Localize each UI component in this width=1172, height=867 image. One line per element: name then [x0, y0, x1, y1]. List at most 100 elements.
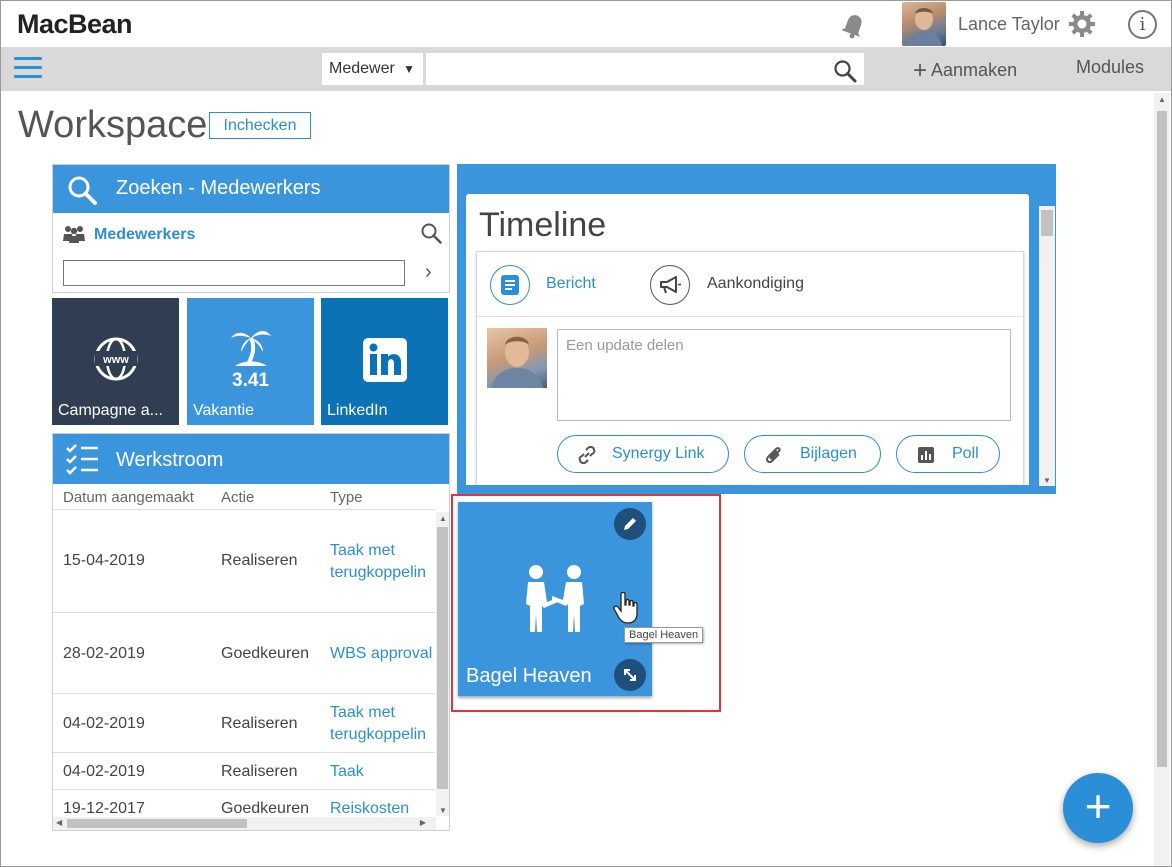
search-widget-label[interactable]: Medewerkers [94, 226, 195, 244]
workflow-table-header: Datum aangemaakt Actie Type [53, 484, 435, 510]
synergy-link-label: Synergy Link [612, 445, 705, 462]
tile-vacation[interactable]: 3.41 Vakantie [187, 298, 314, 425]
table-row[interactable]: 15-04-2019 Realiseren Taak met terugkoppe… [53, 511, 435, 613]
workflow-vertical-scrollbar[interactable]: ▲ ▼ [436, 512, 449, 816]
cell-date: 04-02-2019 [63, 763, 145, 780]
cell-type-link[interactable]: Taak met terugkoppelin [330, 702, 436, 746]
caret-down-icon: ▼ [403, 62, 415, 76]
info-icon[interactable]: i [1128, 10, 1157, 39]
tile-linkedin[interactable]: LinkedIn [321, 298, 448, 425]
page-title: Workspace [18, 104, 208, 146]
scrollbar-thumb[interactable] [1157, 111, 1167, 767]
tile-bagel-heaven-label: Bagel Heaven [466, 665, 592, 687]
cell-date: 15-04-2019 [63, 552, 145, 569]
announcement-tab-label[interactable]: Aankondiging [707, 275, 804, 293]
cell-type-link[interactable]: Taak [330, 761, 436, 783]
handshake-people-icon [526, 565, 584, 632]
tile-campaign-label: Campagne a... [58, 402, 163, 419]
avatar [487, 328, 547, 388]
search-scope-select[interactable]: Medewer ▼ [322, 53, 423, 85]
poll-chart-icon [918, 447, 934, 463]
people-icon [63, 226, 85, 243]
cell-action: Realiseren [221, 552, 298, 569]
cell-action: Realiseren [221, 763, 298, 780]
cell-date: 28-02-2019 [63, 645, 145, 662]
scrollbar-thumb[interactable] [437, 527, 448, 789]
workflow-horizontal-scrollbar[interactable]: ◀ ▶ [53, 817, 436, 830]
gear-icon[interactable] [1067, 9, 1097, 39]
workflow-header: Werkstroom [53, 434, 449, 484]
vacation-balance: 3.41 [232, 370, 269, 391]
search-scope-value: Medewer [329, 60, 395, 77]
scrollbar-thumb[interactable] [1041, 210, 1053, 236]
synergy-link-button[interactable]: Synergy Link [557, 435, 729, 473]
resize-expand-icon[interactable] [614, 659, 646, 691]
message-tab-label[interactable]: Bericht [546, 275, 596, 293]
column-header-action[interactable]: Actie [221, 489, 254, 506]
paperclip-icon [765, 447, 781, 464]
timeline-widget: Timeline Bericht Aankondiging Een update… [457, 164, 1056, 494]
poll-label: Poll [952, 445, 979, 462]
search-icon[interactable] [833, 59, 857, 83]
user-name[interactable]: Lance Taylor [958, 14, 1060, 35]
bell-icon[interactable] [839, 9, 869, 39]
tile-campaign[interactable]: www Campagne a... [52, 298, 179, 425]
divider [477, 316, 1023, 317]
tile-linkedin-label: LinkedIn [327, 402, 388, 419]
poll-button[interactable]: Poll [896, 435, 1000, 473]
search-icon [68, 176, 97, 205]
cell-type-link[interactable]: Taak met terugkoppelin [330, 540, 436, 584]
cell-type-link[interactable]: WBS approval [330, 643, 436, 665]
table-row[interactable]: 04-02-2019 Realiseren Taak [53, 753, 435, 790]
timeline-scrollbar[interactable]: ▼ [1039, 206, 1055, 486]
workflow-title: Werkstroom [116, 449, 224, 471]
scrollbar-thumb[interactable] [67, 819, 247, 828]
update-input[interactable]: Een update delen [557, 329, 1011, 421]
table-row[interactable]: 28-02-2019 Goedkeuren WBS approval [53, 613, 435, 694]
timeline-composer: Bericht Aankondiging Een update delen Sy… [476, 251, 1024, 485]
add-fab-button[interactable]: + [1063, 773, 1133, 843]
search-widget-header: Zoeken - Medewerkers [53, 165, 449, 213]
create-button[interactable]: + Aanmaken [913, 57, 1017, 85]
workflow-widget: Werkstroom Datum aangemaakt Actie Type 1… [52, 433, 450, 831]
chevron-right-icon[interactable]: › [425, 261, 432, 284]
www-globe-icon: www [94, 337, 138, 381]
attachments-label: Bijlagen [800, 445, 857, 462]
hamburger-menu-icon[interactable] [14, 57, 42, 81]
user-avatar[interactable] [902, 2, 946, 46]
timeline-title: Timeline [479, 206, 607, 244]
hand-cursor-icon [613, 592, 638, 624]
timeline-card: Timeline Bericht Aankondiging Een update… [466, 194, 1029, 485]
cell-action: Goedkeuren [221, 645, 310, 662]
column-header-type[interactable]: Type [330, 489, 363, 506]
cell-action: Goedkeuren [221, 800, 310, 817]
checklist-icon [66, 444, 98, 475]
checkin-button[interactable]: Inchecken [209, 112, 311, 139]
svg-text:www: www [102, 354, 129, 366]
cell-date: 04-02-2019 [63, 715, 145, 732]
column-header-date[interactable]: Datum aangemaakt [63, 489, 194, 506]
megaphone-icon[interactable] [650, 265, 690, 305]
table-row[interactable]: 19-12-2017 Goedkeuren Reiskosten [53, 790, 435, 817]
employee-search-input[interactable] [63, 260, 405, 286]
modules-button[interactable]: Modules [1076, 57, 1144, 78]
palm-tree-icon [231, 331, 271, 366]
plus-icon: + [913, 57, 928, 84]
search-input[interactable] [426, 53, 864, 85]
table-row[interactable]: 04-02-2019 Realiseren Taak met terugkoppe… [53, 694, 435, 753]
message-tab-icon[interactable] [490, 265, 530, 305]
attachments-button[interactable]: Bijlagen [744, 435, 881, 473]
cell-action: Realiseren [221, 715, 298, 732]
tile-vacation-label: Vakantie [193, 402, 255, 419]
create-label: Aanmaken [931, 60, 1018, 80]
edit-pencil-icon[interactable] [614, 508, 646, 540]
page-scrollbar[interactable]: ▲ [1154, 93, 1170, 866]
app-logo[interactable]: MacBean [17, 9, 133, 40]
search-widget: Zoeken - Medewerkers Medewerkers › [52, 164, 450, 293]
tooltip: Bagel Heaven [624, 627, 704, 643]
search-widget-title: Zoeken - Medewerkers [116, 177, 321, 199]
top-bar: MacBean Lance Taylor i [1, 1, 1171, 47]
search-icon[interactable] [420, 222, 442, 244]
linkedin-icon [363, 338, 407, 382]
cell-date: 19-12-2017 [63, 800, 145, 817]
